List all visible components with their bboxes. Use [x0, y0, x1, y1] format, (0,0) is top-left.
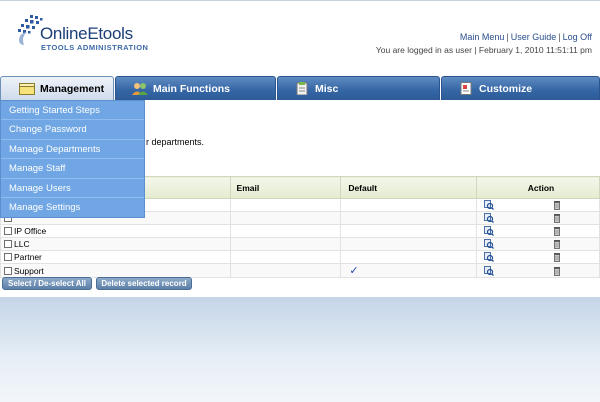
- action-cell: [476, 198, 600, 212]
- email-cell: [229, 211, 342, 225]
- trash-icon[interactable]: [552, 226, 562, 237]
- trash-icon[interactable]: [552, 252, 562, 263]
- tab-bar: Management Main Functions Misc Customize: [0, 76, 600, 100]
- table-row: Partner: [0, 250, 600, 264]
- management-dropdown: Getting Started Steps Change Password Ma…: [0, 100, 145, 219]
- top-links: Main Menu | User Guide | Log Off: [459, 32, 592, 42]
- tab-misc[interactable]: Misc: [277, 76, 440, 100]
- table-row: IP Office: [0, 224, 600, 238]
- default-cell: [340, 198, 478, 212]
- edit-magnifier-icon[interactable]: [484, 239, 495, 250]
- edit-magnifier-icon[interactable]: [484, 200, 495, 211]
- default-cell: [340, 224, 478, 238]
- menu-item-manage-settings[interactable]: Manage Settings: [1, 198, 144, 217]
- menu-item-manage-staff[interactable]: Manage Staff: [1, 159, 144, 179]
- document-icon: [460, 82, 472, 95]
- login-info: You are logged in as user | February 1, …: [375, 45, 592, 55]
- department-name: IP Office: [14, 226, 47, 236]
- header: OnlineEtools ETOOLS ADMINISTRATION Main …: [0, 0, 600, 76]
- trash-icon[interactable]: [552, 266, 562, 276]
- action-cell: [476, 250, 600, 264]
- user-guide-link[interactable]: User Guide: [511, 32, 557, 42]
- col-default-header: Default: [340, 176, 478, 199]
- col-email-header: Email: [229, 176, 342, 199]
- email-cell: [229, 198, 342, 212]
- trash-icon[interactable]: [552, 213, 562, 224]
- page-description: r departments.: [146, 137, 205, 147]
- trash-icon[interactable]: [552, 239, 562, 250]
- menu-item-manage-departments[interactable]: Manage Departments: [1, 140, 144, 160]
- row-checkbox[interactable]: [4, 266, 12, 275]
- clipboard-icon: [296, 82, 308, 95]
- default-check: [344, 238, 349, 250]
- name-cell: Support: [0, 263, 231, 278]
- select-all-button[interactable]: Select / De-select All: [2, 277, 92, 290]
- action-cell: [476, 263, 600, 278]
- tab-main-functions[interactable]: Main Functions: [115, 76, 276, 100]
- default-cell: [340, 250, 478, 264]
- action-cell: [476, 224, 600, 238]
- logo-title: OnlineEtools: [40, 24, 133, 43]
- edit-magnifier-icon[interactable]: [484, 265, 495, 276]
- department-name: Support: [14, 265, 44, 276]
- users-icon: [132, 83, 148, 95]
- row-checkbox[interactable]: [4, 240, 12, 248]
- tab-label: Customize: [479, 82, 533, 95]
- default-cell: ✓: [340, 263, 478, 278]
- default-cell: [340, 237, 478, 251]
- trash-icon[interactable]: [552, 200, 562, 211]
- tab-customize[interactable]: Customize: [441, 76, 600, 100]
- tab-label: Management: [40, 82, 105, 95]
- default-cell: [340, 211, 478, 225]
- default-check: [344, 199, 349, 211]
- name-cell: LLC: [0, 237, 231, 251]
- edit-magnifier-icon[interactable]: [484, 213, 495, 224]
- col-action-header: Action: [476, 176, 600, 199]
- row-checkbox[interactable]: [4, 227, 12, 235]
- name-cell: Partner: [0, 250, 231, 264]
- row-checkbox[interactable]: [4, 253, 12, 261]
- department-name: Partner: [14, 252, 42, 262]
- tab-management[interactable]: Management: [0, 76, 114, 100]
- menu-item-change-password[interactable]: Change Password: [1, 120, 144, 140]
- table-row: LLC: [0, 237, 600, 251]
- logo-subtitle: ETOOLS ADMINISTRATION: [41, 43, 149, 52]
- main-menu-link[interactable]: Main Menu: [460, 32, 505, 42]
- table-row: Support ✓: [0, 263, 600, 278]
- default-check: [344, 212, 349, 224]
- default-check: ✓: [349, 265, 359, 277]
- name-cell: IP Office: [0, 224, 231, 238]
- delete-selected-button[interactable]: Delete selected record: [96, 277, 192, 290]
- email-cell: [229, 237, 342, 251]
- email-cell: [229, 224, 342, 238]
- edit-magnifier-icon[interactable]: [484, 226, 495, 237]
- folder-icon: [19, 83, 35, 95]
- footer-band: [0, 297, 600, 402]
- department-name: LLC: [14, 239, 30, 249]
- default-check: [344, 225, 349, 237]
- tab-label: Misc: [315, 82, 339, 95]
- logo[interactable]: OnlineEtools ETOOLS ADMINISTRATION: [16, 15, 149, 57]
- action-cell: [476, 211, 600, 225]
- email-cell: [229, 250, 342, 264]
- default-check: [344, 251, 349, 263]
- edit-magnifier-icon[interactable]: [484, 252, 495, 263]
- menu-item-manage-users[interactable]: Manage Users: [1, 179, 144, 198]
- log-off-link[interactable]: Log Off: [563, 32, 592, 42]
- menu-item-getting-started[interactable]: Getting Started Steps: [1, 101, 144, 121]
- action-cell: [476, 237, 600, 251]
- email-cell: [229, 263, 342, 278]
- tab-label: Main Functions: [153, 82, 230, 95]
